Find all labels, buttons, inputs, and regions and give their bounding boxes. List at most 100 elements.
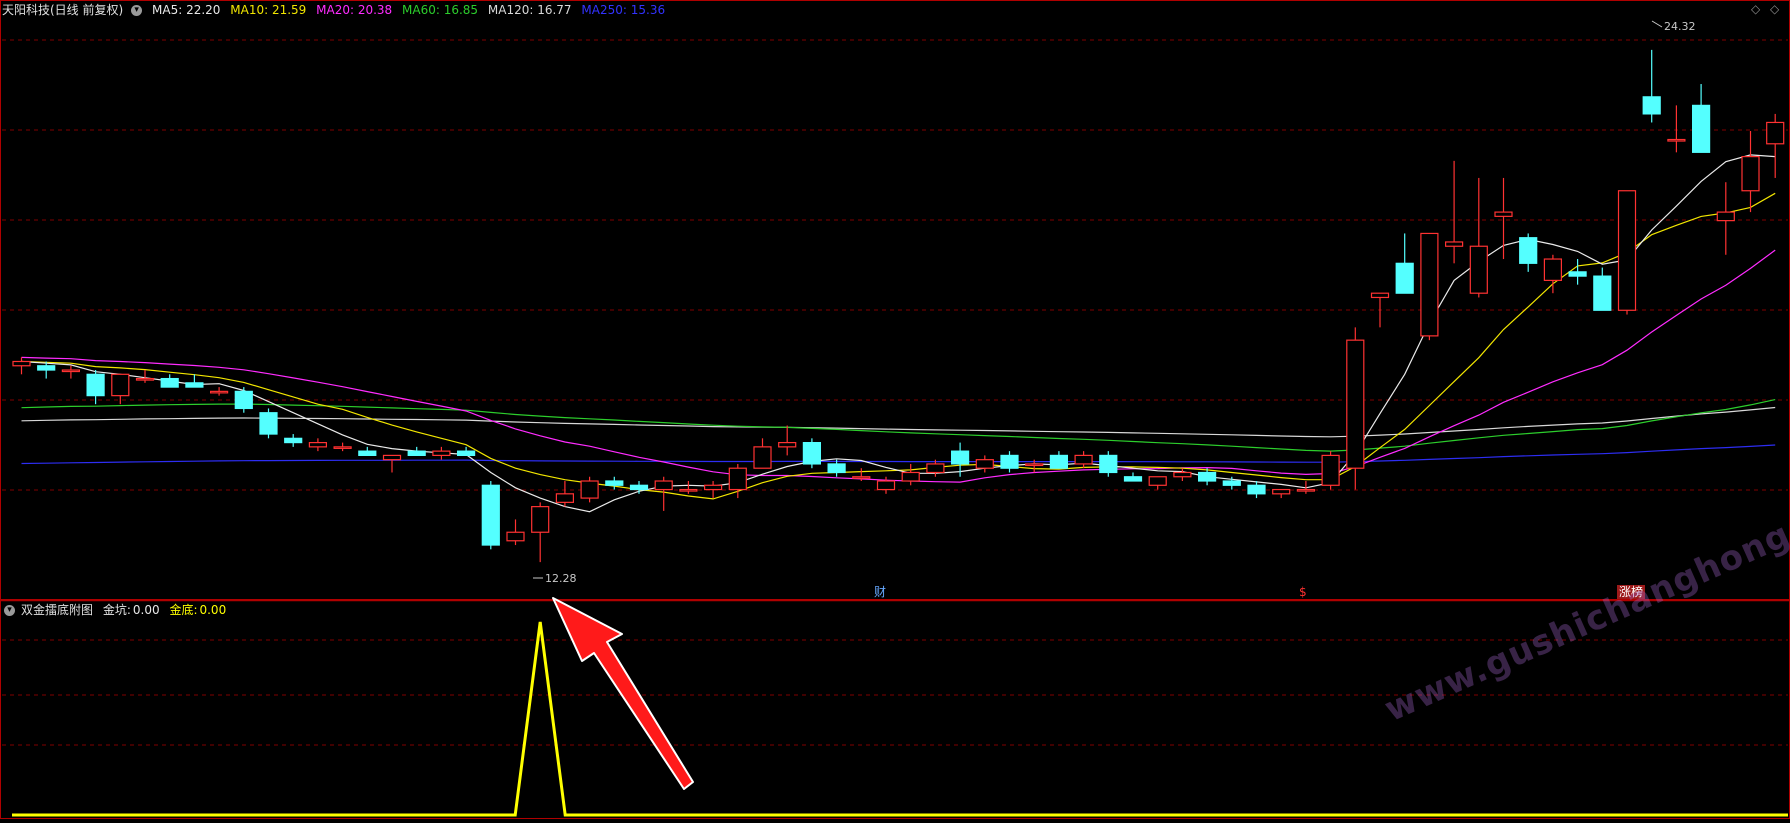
diamond-icon-2[interactable]: ◇ <box>1770 2 1779 16</box>
candle[interactable] <box>679 481 698 494</box>
candle[interactable] <box>1444 160 1464 264</box>
candle[interactable] <box>753 438 772 469</box>
candle[interactable] <box>1741 130 1760 213</box>
candle[interactable] <box>926 459 945 477</box>
candle[interactable] <box>1617 190 1637 315</box>
candle[interactable] <box>1099 451 1118 477</box>
candle-body <box>1370 292 1390 299</box>
candle[interactable] <box>1370 292 1390 328</box>
chart-canvas[interactable] <box>0 0 1790 820</box>
candle[interactable] <box>234 387 253 413</box>
candle[interactable] <box>1469 177 1488 298</box>
candle[interactable] <box>901 463 920 486</box>
candle[interactable] <box>1519 233 1538 272</box>
candle[interactable] <box>1420 232 1439 341</box>
candle[interactable] <box>1000 451 1019 473</box>
candle-body <box>37 365 56 371</box>
candle-body <box>1296 488 1316 492</box>
candle[interactable] <box>1667 105 1686 153</box>
candle-body <box>1543 258 1563 281</box>
ma250-line <box>21 444 1776 465</box>
candle[interactable] <box>1494 177 1513 260</box>
candle[interactable] <box>61 365 81 379</box>
candle-body <box>802 441 822 465</box>
candle-body <box>135 377 155 381</box>
candle[interactable] <box>86 370 105 405</box>
candle-body <box>259 412 278 435</box>
candle[interactable] <box>531 502 550 563</box>
ma10-line <box>21 192 1776 500</box>
candle[interactable] <box>1716 182 1735 255</box>
sub-title[interactable]: 双金擂底附图 <box>21 603 93 617</box>
candle-body <box>481 484 500 546</box>
candle-body <box>1642 96 1661 115</box>
high-price-label: 24.32 <box>1664 20 1696 33</box>
candle[interactable] <box>1543 254 1563 294</box>
candle[interactable] <box>12 357 31 375</box>
indicator-menu-icon[interactable]: ▾ <box>131 5 143 16</box>
ma20-label: MA20: 20.38 <box>316 3 393 17</box>
high-marker <box>1651 20 1663 28</box>
candle[interactable] <box>160 374 179 388</box>
candles-group[interactable] <box>12 49 1785 563</box>
candle[interactable] <box>1395 233 1414 294</box>
candle-body <box>284 437 303 444</box>
candle[interactable] <box>506 519 525 546</box>
candle[interactable] <box>802 438 822 469</box>
candle-body <box>778 441 797 448</box>
candle[interactable] <box>185 374 204 388</box>
candle[interactable] <box>1074 451 1093 469</box>
candle[interactable] <box>1766 113 1785 178</box>
candle[interactable] <box>555 481 575 507</box>
candle[interactable] <box>1568 259 1587 285</box>
candle-body <box>1766 121 1785 145</box>
candle[interactable] <box>605 476 624 490</box>
stock-chart-window[interactable]: 天阳科技(日线 前复权) ▾ MA5: 22.20 MA10: 21.59 MA2… <box>0 0 1790 820</box>
candle-body <box>1173 471 1192 478</box>
candle[interactable] <box>259 408 278 439</box>
candle[interactable] <box>358 446 377 457</box>
candle[interactable] <box>1049 451 1069 469</box>
candle[interactable] <box>481 481 500 550</box>
candle-body <box>432 450 451 457</box>
stock-title[interactable]: 天阳科技(日线 前复权) <box>2 3 123 17</box>
candle-body <box>1197 471 1217 482</box>
candle-body <box>555 493 575 503</box>
candle[interactable] <box>432 446 451 460</box>
candle-body <box>1469 245 1488 294</box>
candle-body <box>1272 488 1291 495</box>
candle[interactable] <box>778 425 797 456</box>
candle[interactable] <box>1173 468 1192 482</box>
candle[interactable] <box>1691 84 1711 153</box>
candle[interactable] <box>1346 327 1365 490</box>
dollar-tag[interactable]: $ <box>1297 585 1309 599</box>
candle[interactable] <box>333 442 352 452</box>
candle-body <box>160 377 179 388</box>
candle[interactable] <box>382 454 402 473</box>
caibao-tag[interactable]: 财 <box>872 585 888 599</box>
candle[interactable] <box>827 459 846 477</box>
candle-body <box>1247 484 1266 495</box>
candle[interactable] <box>1272 488 1291 499</box>
candle[interactable] <box>308 438 327 452</box>
candle-body <box>1667 138 1686 142</box>
candle[interactable] <box>1321 451 1340 490</box>
candle[interactable] <box>1593 267 1612 311</box>
candle[interactable] <box>703 481 723 499</box>
diamond-icon[interactable]: ◇ <box>1751 2 1760 16</box>
candle-body <box>407 450 426 457</box>
sub-menu-icon[interactable]: ▾ <box>4 605 15 616</box>
candle[interactable] <box>580 476 599 503</box>
candle[interactable] <box>407 446 426 457</box>
candle-body <box>531 506 550 533</box>
candle[interactable] <box>654 476 673 511</box>
candle[interactable] <box>629 481 649 494</box>
candle[interactable] <box>210 387 229 396</box>
candle[interactable] <box>1642 49 1661 123</box>
candle-body <box>605 480 624 486</box>
candle[interactable] <box>284 434 303 447</box>
candle[interactable] <box>975 455 994 473</box>
candle[interactable] <box>1123 472 1143 482</box>
candle[interactable] <box>1247 481 1266 499</box>
candle[interactable] <box>1148 476 1167 490</box>
